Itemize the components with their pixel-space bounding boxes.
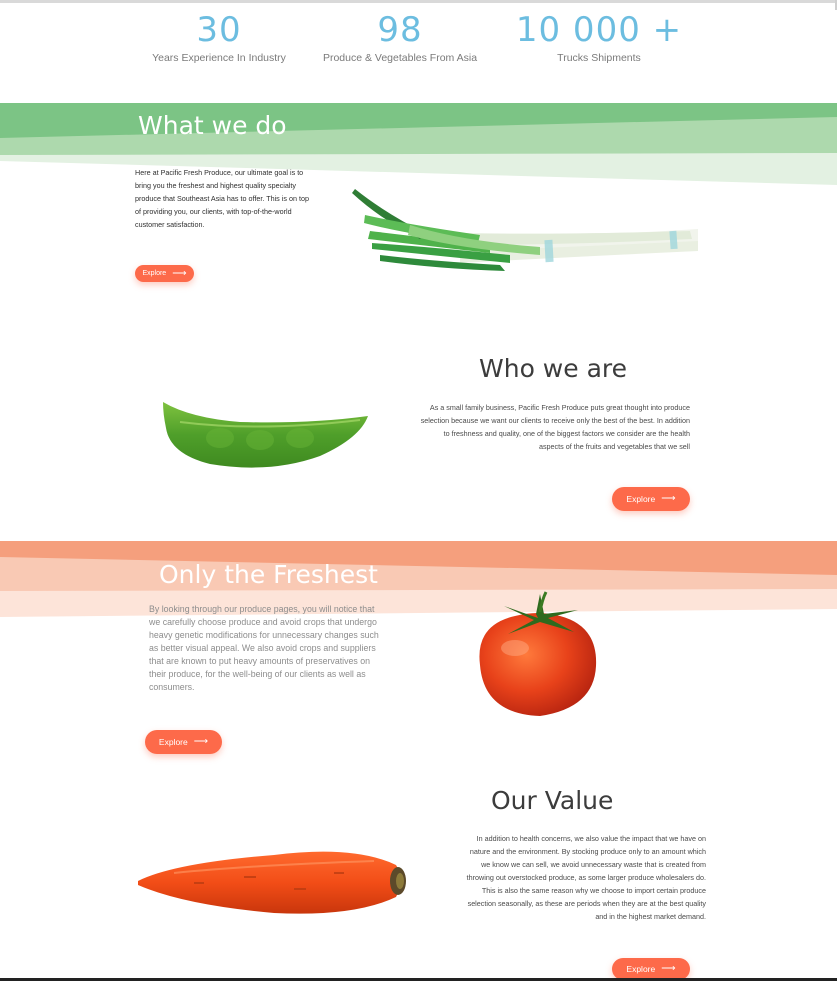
only-the-freshest-text: By looking through our produce pages, yo…	[149, 604, 379, 692]
stat-number: 10 000 +	[515, 10, 683, 50]
what-we-do-explore-button[interactable]: Explore ⟶	[135, 265, 194, 282]
only-the-freshest-explore-button[interactable]: Explore ⟶	[145, 730, 222, 754]
tomato-image	[470, 590, 605, 725]
orange-header-band	[0, 541, 837, 617]
section-title-who-we-are: Who we are	[479, 354, 628, 383]
stat-years: 30 Years Experience In Industry	[119, 10, 319, 64]
who-we-are-text: As a small family business, Pacific Fres…	[420, 403, 690, 451]
our-value-text: In addition to health concerns, we also …	[466, 834, 706, 921]
what-we-do-text: Here at Pacific Fresh Produce, our ultim…	[135, 168, 309, 229]
green-onion-image	[350, 185, 702, 282]
who-we-are-explore-button[interactable]: Explore ⟶	[612, 487, 690, 511]
stat-label: Years Experience In Industry	[152, 52, 286, 64]
green-header-band	[0, 103, 837, 185]
stat-label: Produce & Vegetables From Asia	[322, 52, 478, 64]
carrot-image	[134, 843, 408, 924]
stat-number: 98	[377, 10, 423, 50]
button-label: Explore	[626, 964, 656, 974]
section-title-our-value: Our Value	[491, 786, 614, 815]
arrow-right-icon: ⟶	[661, 963, 676, 974]
stat-trucks: 10 000 + Trucks Shipments	[499, 10, 699, 64]
stat-number: 30	[196, 10, 242, 50]
snow-pea-image	[160, 398, 372, 479]
browser-top-edge	[0, 0, 837, 10]
section-title-what-we-do: What we do	[138, 111, 287, 140]
stat-produce: 98 Produce & Vegetables From Asia	[300, 10, 500, 64]
stat-label: Trucks Shipments	[557, 52, 641, 64]
our-value-explore-button[interactable]: Explore ⟶	[612, 958, 690, 980]
arrow-right-icon: ⟶	[193, 736, 209, 747]
button-label: Explore	[142, 270, 167, 277]
arrow-right-icon: ⟶	[661, 493, 676, 504]
arrow-right-icon: ⟶	[172, 267, 187, 279]
button-label: Explore	[158, 737, 188, 747]
section-title-only-the-freshest: Only the Freshest	[159, 560, 378, 589]
button-label: Explore	[626, 494, 656, 504]
